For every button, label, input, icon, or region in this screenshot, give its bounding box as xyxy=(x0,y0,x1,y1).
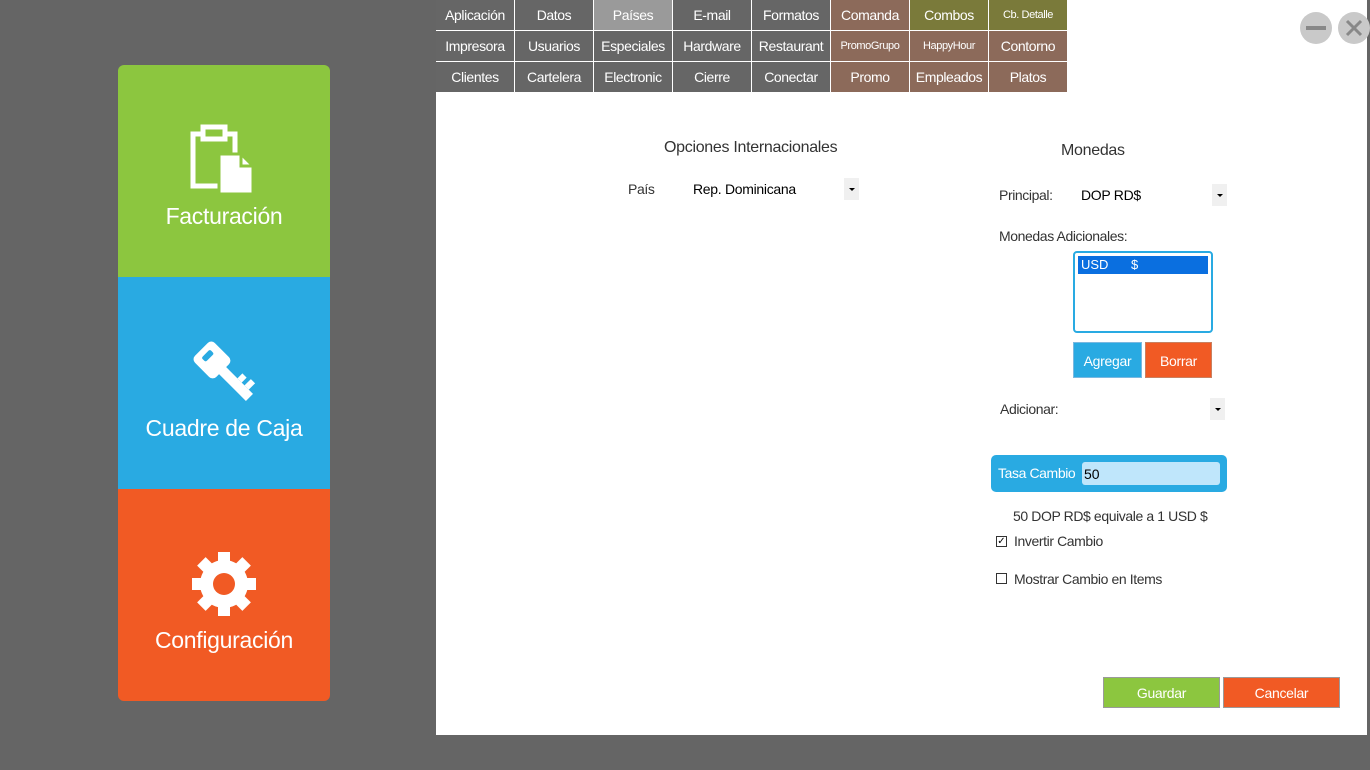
minimize-icon xyxy=(1306,26,1326,30)
country-label: País xyxy=(628,181,655,197)
international-title: Opciones Internacionales xyxy=(664,139,838,156)
principal-label: Principal: xyxy=(999,187,1053,203)
tab-clientes[interactable]: Clientes xyxy=(436,62,514,92)
show-exchange-items-checkbox[interactable] xyxy=(996,573,1007,584)
exchange-rate-box: Tasa Cambio xyxy=(991,455,1227,492)
tab-electronic[interactable]: Electronic xyxy=(594,62,672,92)
config-panel: Aplicación Datos Países E-mail Formatos … xyxy=(436,0,1370,735)
tab-email[interactable]: E-mail xyxy=(673,0,751,30)
tab-conectar[interactable]: Conectar xyxy=(752,62,830,92)
tab-aplicacion[interactable]: Aplicación xyxy=(436,0,514,30)
tab-promogrupo[interactable]: PromoGrupo xyxy=(831,31,909,61)
tab-comanda[interactable]: Comanda xyxy=(831,0,909,30)
cancel-button[interactable]: Cancelar xyxy=(1223,677,1340,708)
tab-contorno[interactable]: Contorno xyxy=(989,31,1067,61)
side-menu: Facturación Cuadre de Caja Configuración xyxy=(118,65,330,701)
delete-currency-button[interactable]: Borrar xyxy=(1145,342,1212,378)
facturacion-label: Facturación xyxy=(165,203,283,229)
configuracion-tile[interactable]: Configuración xyxy=(118,489,330,701)
clipboard-icon xyxy=(118,115,330,205)
add-currency-button[interactable]: Agregar xyxy=(1073,342,1142,378)
tab-cb-detalle[interactable]: Cb. Detalle xyxy=(989,0,1067,30)
gear-icon xyxy=(118,539,330,629)
exchange-rate-input[interactable] xyxy=(1082,462,1220,485)
tab-platos[interactable]: Platos xyxy=(989,62,1067,92)
additional-currencies-list[interactable]: USD $ xyxy=(1073,251,1213,333)
tab-cierre[interactable]: Cierre xyxy=(673,62,751,92)
country-dropdown-arrow[interactable] xyxy=(844,178,859,200)
close-button[interactable] xyxy=(1338,12,1370,44)
list-item[interactable]: USD $ xyxy=(1078,256,1208,274)
tab-happyhour[interactable]: HappyHour xyxy=(910,31,988,61)
facturacion-tile[interactable]: Facturación xyxy=(118,65,330,277)
bottom-strip xyxy=(436,735,1370,770)
country-select[interactable]: Rep. Dominicana xyxy=(693,181,796,197)
chevron-down-icon xyxy=(1214,407,1221,411)
principal-dropdown-arrow[interactable] xyxy=(1212,184,1227,206)
save-button[interactable]: Guardar xyxy=(1103,677,1220,708)
tab-formatos[interactable]: Formatos xyxy=(752,0,830,30)
configuracion-label: Configuración xyxy=(154,627,294,653)
close-icon xyxy=(1345,19,1363,37)
adicionar-dropdown-arrow[interactable] xyxy=(1210,398,1225,420)
adicionar-label: Adicionar: xyxy=(1000,401,1059,417)
tab-datos[interactable]: Datos xyxy=(515,0,593,30)
tab-usuarios[interactable]: Usuarios xyxy=(515,31,593,61)
tab-cartelera[interactable]: Cartelera xyxy=(515,62,593,92)
tab-restaurant[interactable]: Restaurant xyxy=(752,31,830,61)
minimize-button[interactable] xyxy=(1300,12,1332,44)
tab-empleados[interactable]: Empleados xyxy=(910,62,988,92)
chevron-down-icon xyxy=(848,187,855,191)
cuadre-caja-tile[interactable]: Cuadre de Caja xyxy=(118,277,330,489)
tab-promo[interactable]: Promo xyxy=(831,62,909,92)
tab-combos[interactable]: Combos xyxy=(910,0,988,30)
key-icon xyxy=(118,327,330,417)
exchange-equivalence: 50 DOP RD$ equivale a 1 USD $ xyxy=(1013,508,1208,524)
currency-code: USD xyxy=(1081,257,1109,272)
chevron-down-icon xyxy=(1216,193,1223,197)
cuadre-caja-label: Cuadre de Caja xyxy=(145,415,303,441)
principal-select[interactable]: DOP RD$ xyxy=(1081,187,1141,203)
tab-especiales[interactable]: Especiales xyxy=(594,31,672,61)
currency-symbol: $ xyxy=(1131,257,1139,272)
additional-currencies-label: Monedas Adicionales: xyxy=(999,228,1128,244)
tab-hardware[interactable]: Hardware xyxy=(673,31,751,61)
invert-exchange-checkbox[interactable]: ✓ xyxy=(996,536,1007,547)
tab-impresora[interactable]: Impresora xyxy=(436,31,514,61)
invert-exchange-label: Invertir Cambio xyxy=(1014,533,1103,549)
currencies-title: Monedas xyxy=(1061,142,1125,159)
config-tabs: Aplicación Datos Países E-mail Formatos … xyxy=(436,0,1068,94)
tab-paises[interactable]: Países xyxy=(594,0,672,30)
exchange-rate-label: Tasa Cambio xyxy=(998,465,1076,481)
show-exchange-items-label: Mostrar Cambio en Items xyxy=(1014,571,1162,587)
